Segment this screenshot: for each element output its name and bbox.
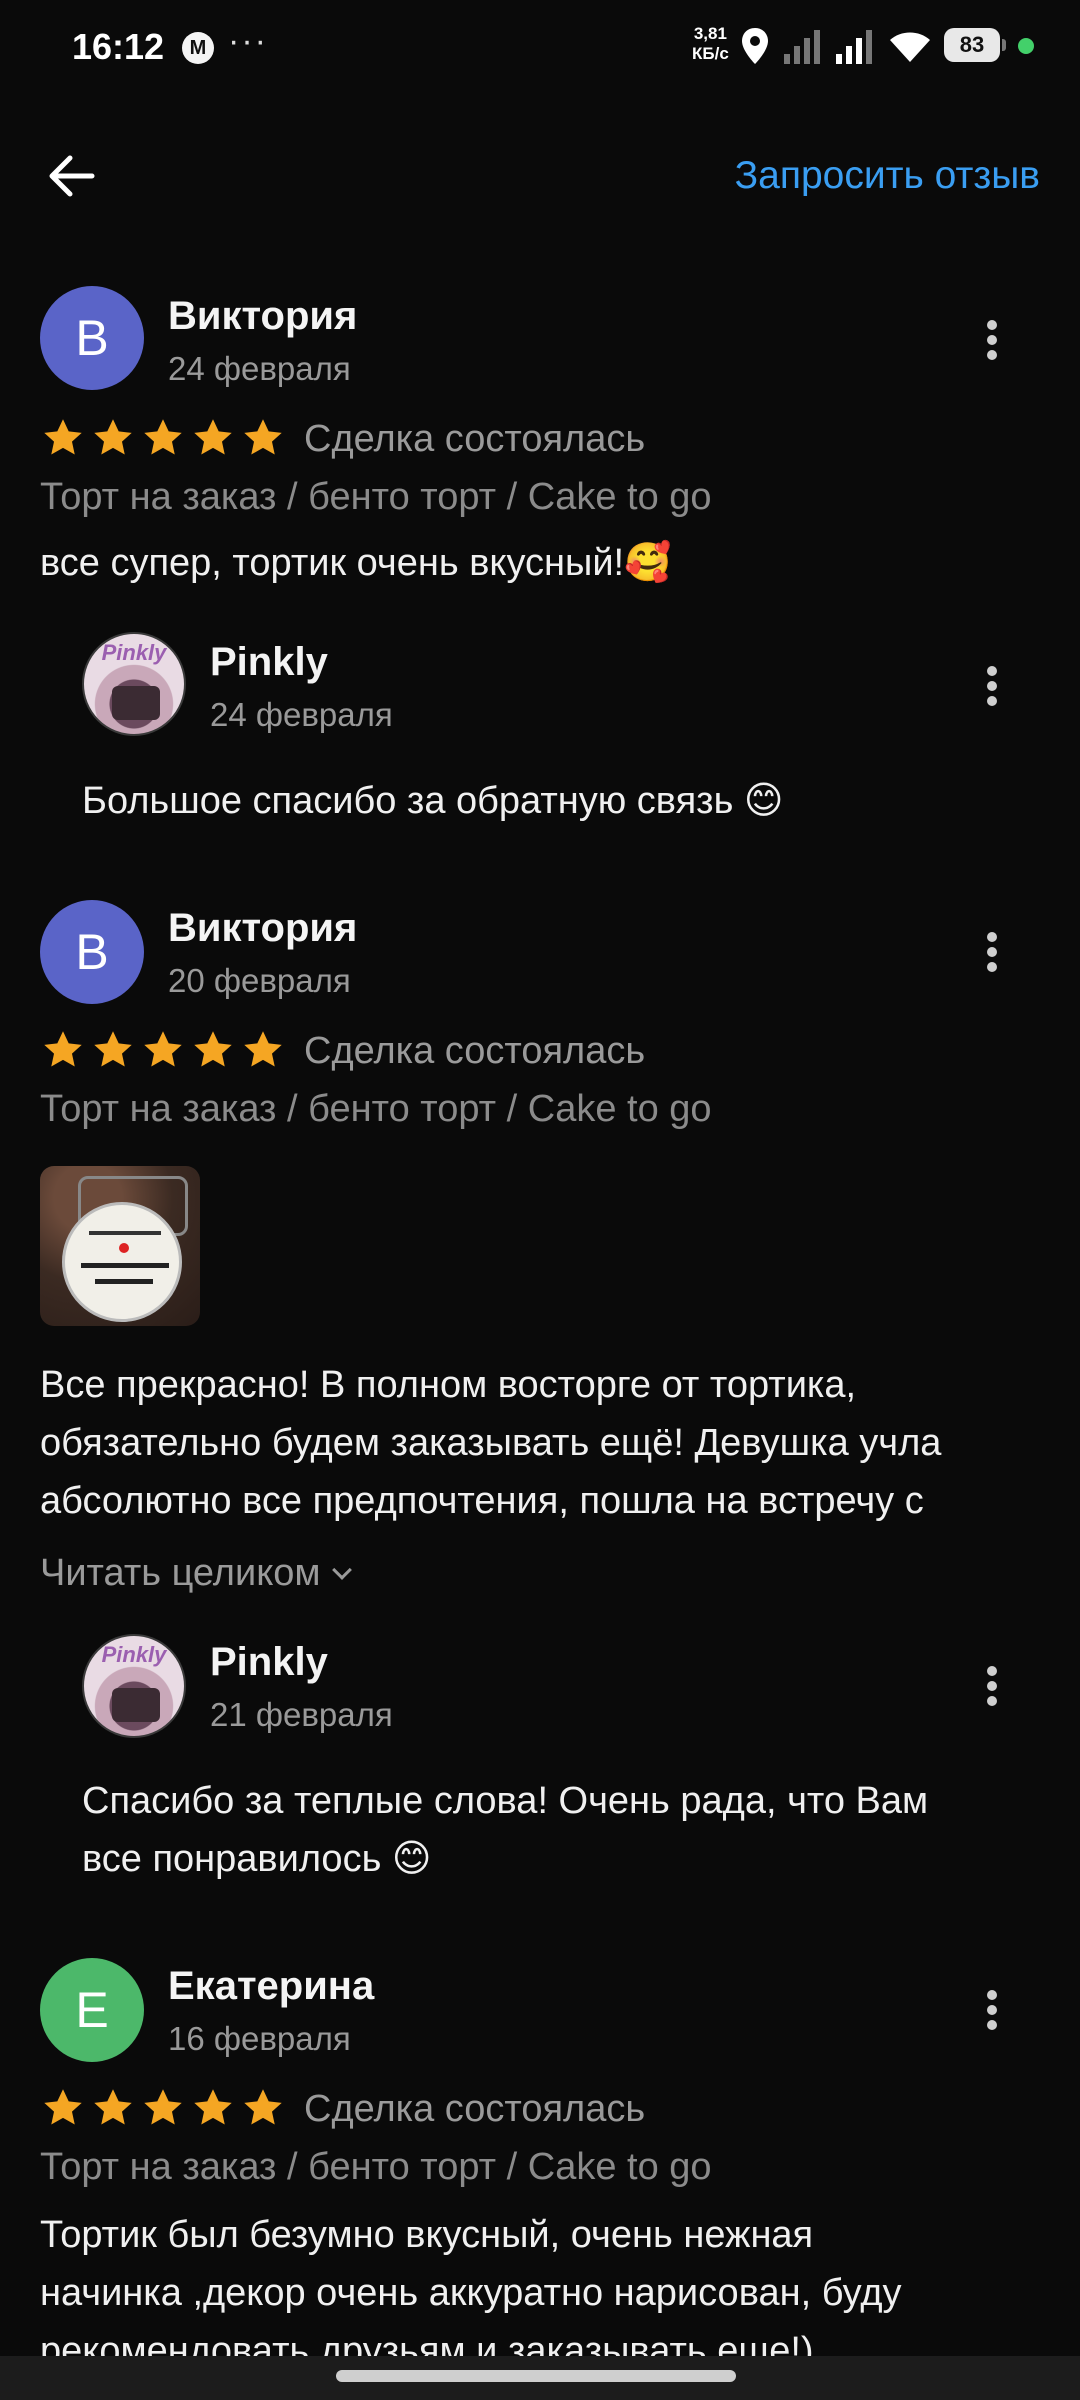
- star-icon: [44, 419, 82, 455]
- reply-text-line: Спасибо за теплые слова! Очень рада, что…: [82, 1780, 929, 1822]
- star-icon: [194, 1031, 232, 1067]
- signal-2-icon: [836, 30, 872, 64]
- deal-status: Сделка состоялась: [304, 2088, 646, 2130]
- deal-status: Сделка состоялась: [304, 418, 646, 460]
- read-more-button[interactable]: Читать целиком: [40, 1552, 352, 1595]
- review-category: Торт на заказ / бенто торт / Cake to go: [40, 476, 712, 518]
- reply-date: 24 февраля: [210, 696, 393, 733]
- reply-text: Большое спасибо за обратную связь 😊: [82, 780, 784, 822]
- arrow-left-icon: [49, 155, 95, 197]
- star-icon: [144, 419, 182, 455]
- review-author[interactable]: Екатерина: [168, 1964, 374, 2009]
- home-indicator[interactable]: [336, 2370, 736, 2382]
- review-date: 16 февраля: [168, 2020, 351, 2057]
- mail-notification-icon: M: [182, 32, 214, 64]
- review-date: 20 февраля: [168, 962, 351, 999]
- reply-author[interactable]: Pinkly: [210, 1640, 328, 1685]
- more-notifications-icon: ···: [228, 22, 268, 60]
- star-icon: [94, 419, 132, 455]
- read-more-label: Читать целиком: [40, 1552, 321, 1594]
- reply-author[interactable]: Pinkly: [210, 640, 328, 685]
- star-icon: [244, 1031, 282, 1067]
- review-category: Торт на заказ / бенто торт / Cake to go: [40, 1088, 712, 1130]
- star-icon: [94, 2089, 132, 2125]
- review-text: все супер, тортик очень вкусный!🥰: [40, 542, 672, 584]
- seller-logo: Pinkly: [101, 1642, 167, 1667]
- review-text-line: Все прекрасно! В полном восторге от торт…: [40, 1364, 857, 1406]
- avatar[interactable]: Е: [40, 1958, 144, 2062]
- rating-stars: [40, 416, 290, 462]
- network-speed-unit: КБ/с: [692, 44, 729, 63]
- back-button[interactable]: [40, 146, 112, 206]
- more-options-icon[interactable]: [972, 1656, 1012, 1716]
- star-icon: [244, 419, 282, 455]
- review-text-line: абсолютно все предпочтения, пошла на вст…: [40, 1480, 924, 1522]
- battery-icon: 83: [944, 28, 1006, 62]
- wifi-icon: [890, 32, 930, 62]
- avatar[interactable]: В: [40, 900, 144, 1004]
- avatar[interactable]: В: [40, 286, 144, 390]
- status-time: 16:12: [72, 26, 165, 67]
- status-bar: 16:12 M ··· 3,81 КБ/с 83: [0, 0, 1080, 96]
- rating-stars: [40, 2086, 290, 2132]
- more-options-icon[interactable]: [972, 922, 1012, 982]
- review-author[interactable]: Виктория: [168, 294, 357, 339]
- seller-avatar[interactable]: Pinkly: [82, 632, 186, 736]
- star-icon: [144, 1031, 182, 1067]
- more-options-icon[interactable]: [972, 310, 1012, 370]
- more-options-icon[interactable]: [972, 1980, 1012, 2040]
- review-text-line: начинка ,декор очень аккуратно нарисован…: [40, 2272, 902, 2314]
- signal-1-icon: [784, 30, 820, 64]
- star-icon: [244, 2089, 282, 2125]
- network-speed-value: 3,81: [693, 24, 727, 43]
- star-icon: [144, 2089, 182, 2125]
- star-icon: [194, 2089, 232, 2125]
- review-text-line: обязательно будем заказывать ещё! Девушк…: [40, 1422, 942, 1464]
- privacy-indicator-dot: [1018, 38, 1034, 54]
- review-date: 24 февраля: [168, 350, 351, 387]
- review-author[interactable]: Виктория: [168, 906, 357, 951]
- more-options-icon[interactable]: [972, 656, 1012, 716]
- reply-text-line: все понравилось 😊: [82, 1838, 432, 1880]
- network-speed: 3,81 КБ/с: [692, 24, 729, 64]
- gesture-navigation-bar[interactable]: [0, 2356, 1080, 2400]
- request-review-link[interactable]: Запросить отзыв: [735, 154, 1040, 198]
- review-text-line: Тортик был безумно вкусный, очень нежная: [40, 2214, 814, 2256]
- deal-status: Сделка состоялась: [304, 1030, 646, 1072]
- review-category: Торт на заказ / бенто торт / Cake to go: [40, 2146, 712, 2188]
- seller-logo: Pinkly: [101, 640, 167, 665]
- rating-stars: [40, 1028, 290, 1074]
- seller-avatar[interactable]: Pinkly: [82, 1634, 186, 1738]
- star-icon: [44, 2089, 82, 2125]
- chevron-down-icon: [331, 1560, 352, 1580]
- location-icon: [742, 28, 768, 64]
- star-icon: [94, 1031, 132, 1067]
- star-icon: [194, 419, 232, 455]
- review-photo-thumbnail[interactable]: [40, 1166, 200, 1326]
- reply-date: 21 февраля: [210, 1696, 393, 1733]
- star-icon: [44, 1031, 82, 1067]
